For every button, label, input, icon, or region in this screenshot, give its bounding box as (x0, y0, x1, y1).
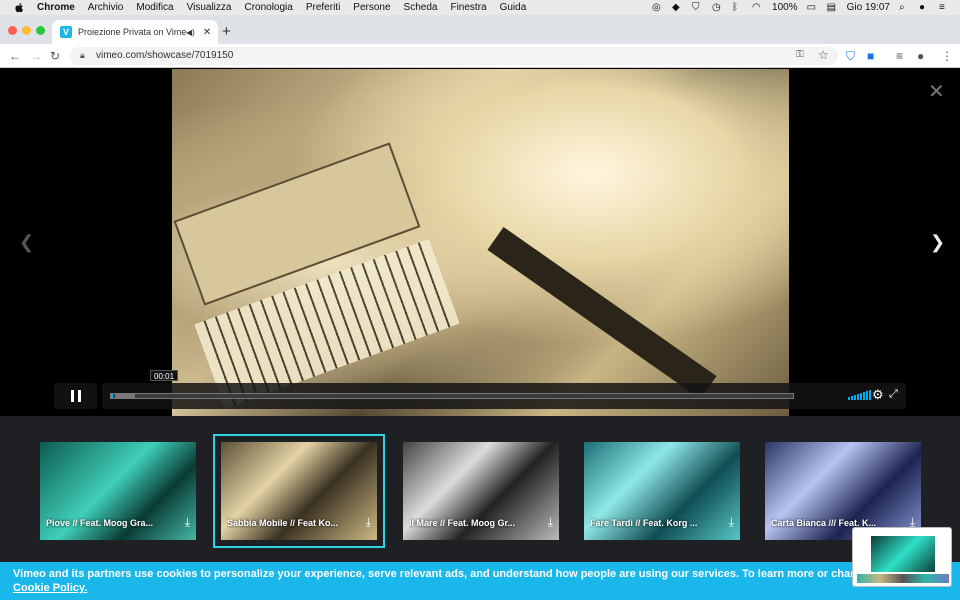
menu-persone[interactable]: Persone (353, 2, 390, 13)
thumbnail-title: Fare Tardi // Feat. Korg ... (590, 518, 698, 528)
menu-cronologia[interactable]: Cronologia (244, 2, 292, 13)
menu-archivio[interactable]: Archivio (88, 2, 124, 13)
bookmark-star-icon[interactable]: ☆ (818, 48, 829, 62)
time-machine-icon[interactable]: ◷ (712, 2, 723, 13)
status-area: ◎ ◆ ⛉ ◷ ᛒ ◠ 100% ▭ ▤ Gio 19:07 ⌕ ● ≡ (652, 0, 950, 15)
macos-menubar: Chrome Archivio Modifica Visualizza Cron… (0, 0, 960, 15)
forward-icon[interactable]: → (30, 49, 42, 63)
new-tab-button[interactable]: + (222, 23, 231, 40)
download-icon[interactable]: ⤓ (729, 515, 734, 530)
siri-icon[interactable]: ● (919, 2, 930, 13)
extension-shield-icon[interactable]: ⛉ (846, 49, 855, 64)
download-icon[interactable]: ⤓ (548, 515, 553, 530)
search-icon[interactable]: ⌕ (899, 2, 910, 13)
thumbnail-title: Sabbia Mobile // Feat Ko... (227, 518, 339, 528)
progress-bar[interactable] (110, 393, 794, 399)
previous-arrow-icon[interactable]: ❮ (19, 232, 34, 253)
bluetooth-icon[interactable]: ᛒ (732, 2, 743, 13)
menu-visualizza[interactable]: Visualizza (187, 2, 232, 13)
menu-guida[interactable]: Guida (500, 2, 527, 13)
lock-icon[interactable]: 🔒︎ (80, 50, 85, 61)
tab-title: Proiezione Privata on Vime (78, 27, 186, 37)
cookie-policy-link[interactable]: Cookie Policy. (13, 582, 87, 594)
speaker-icon[interactable]: ◀) (186, 28, 195, 37)
video-scene-guitar (487, 226, 717, 400)
address-bar[interactable]: 🔒︎ vimeo.com/showcase/7019150 ⚿ ☆ (70, 47, 838, 65)
player-controls: 00:01 ⚙ ⤢ (54, 370, 906, 409)
menu-preferiti[interactable]: Preferiti (306, 2, 340, 13)
window-close-button[interactable] (8, 26, 17, 35)
next-arrow-icon[interactable]: ❯ (930, 232, 945, 253)
window-zoom-button[interactable] (36, 26, 45, 35)
tab-close-icon[interactable]: ✕ (203, 27, 211, 38)
control-bar: 00:01 ⚙ ⤢ (102, 370, 906, 409)
thumbnail-title: Il Mare // Feat. Moog Gr... (409, 518, 516, 528)
menu-app-chrome[interactable]: Chrome (37, 2, 75, 13)
screen-mirror-icon[interactable]: ◎ (652, 2, 663, 13)
buffer-bar (115, 394, 135, 398)
url-text[interactable]: vimeo.com/showcase/7019150 (96, 50, 233, 61)
reload-icon[interactable]: ↻ (50, 49, 60, 63)
close-icon[interactable]: ✕ (928, 79, 945, 104)
battery-icon[interactable]: ▭ (807, 2, 818, 13)
extension-zoom-icon[interactable]: ■ (867, 49, 874, 63)
volume-icon[interactable] (848, 390, 871, 400)
chrome-menu-icon[interactable]: ⋮ (941, 49, 953, 63)
dropbox-icon[interactable]: ◆ (672, 2, 683, 13)
progress-fill (111, 394, 114, 398)
battery-percent: 100% (772, 2, 798, 13)
download-icon[interactable]: ⤓ (366, 515, 371, 530)
thumbnail-title: Piove // Feat. Moog Gra... (46, 518, 154, 528)
menu-finestra[interactable]: Finestra (450, 2, 486, 13)
input-source-icon[interactable]: ▤ (827, 2, 838, 13)
notification-center-icon[interactable]: ≡ (939, 2, 950, 13)
media-queue-icon[interactable]: ≡ (896, 49, 903, 63)
pause-button[interactable] (54, 383, 97, 409)
thumbnail-card[interactable]: Carta Bianca /// Feat. K... ⤓ (765, 442, 921, 540)
showcase-strip: Piove // Feat. Moog Gra... ⤓ Sabbia Mobi… (0, 416, 960, 562)
chrome-tabstrip: V Proiezione Privata on Vime ◀) ✕ + (0, 15, 960, 44)
key-icon[interactable]: ⚿ (796, 49, 804, 60)
back-icon[interactable]: ← (9, 49, 21, 63)
video-frame[interactable] (172, 69, 789, 416)
thumbnail-card-active[interactable]: Sabbia Mobile // Feat Ko... ⤓ (213, 434, 385, 548)
preview-strip (857, 574, 949, 583)
screenshot-preview[interactable] (852, 527, 952, 587)
window-minimize-button[interactable] (22, 26, 31, 35)
shield-icon[interactable]: ⛉ (692, 2, 703, 13)
preview-video (871, 536, 935, 572)
current-time: 00:01 (150, 370, 179, 381)
tab-vimeo[interactable]: V Proiezione Privata on Vime ◀) ✕ (52, 20, 218, 44)
menu-modifica[interactable]: Modifica (136, 2, 173, 13)
cookie-banner: Vimeo and its partners use cookies to pe… (0, 562, 960, 600)
clock[interactable]: Gio 19:07 (847, 2, 890, 13)
apple-icon[interactable] (13, 2, 25, 14)
profile-avatar[interactable]: ● (917, 49, 924, 63)
menu-scheda[interactable]: Scheda (404, 2, 438, 13)
vimeo-favicon-icon: V (60, 26, 72, 38)
thumbnail-card[interactable]: Fare Tardi // Feat. Korg ... ⤓ (584, 442, 740, 540)
settings-gear-icon[interactable]: ⚙ (872, 387, 884, 403)
thumbnail-card[interactable]: Piove // Feat. Moog Gra... ⤓ (40, 442, 196, 540)
video-lightbox: ✕ ❮ ❯ 00:01 ⚙ ⤢ (0, 69, 960, 416)
fullscreen-icon[interactable]: ⤢ (889, 388, 898, 401)
download-icon[interactable]: ⤓ (185, 515, 190, 530)
cookie-text: Vimeo and its partners use cookies to pe… (13, 568, 853, 580)
chrome-toolbar: ← → ↻ 🔒︎ vimeo.com/showcase/7019150 ⚿ ☆ … (0, 44, 960, 68)
wifi-icon[interactable]: ◠ (752, 2, 763, 13)
thumbnail-card[interactable]: Il Mare // Feat. Moog Gr... ⤓ (403, 442, 559, 540)
